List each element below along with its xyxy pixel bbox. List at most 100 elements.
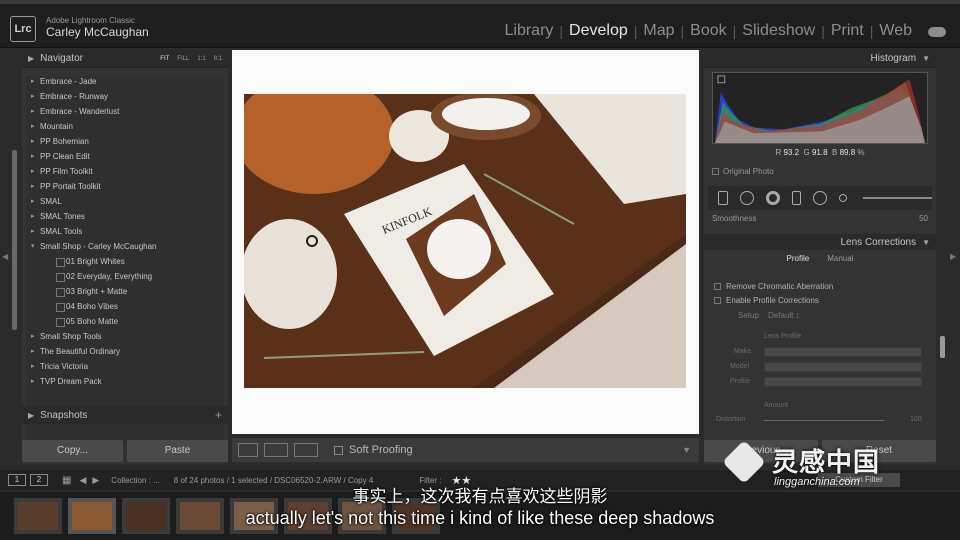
preset-folder[interactable]: SMAL Tones <box>26 209 224 224</box>
preset-item[interactable]: 03 Bright + Matte <box>26 284 224 299</box>
left-panel-scrollbar[interactable] <box>12 150 17 330</box>
spot-removal-icon[interactable] <box>739 191 754 205</box>
copy-button[interactable]: Copy... <box>22 440 123 462</box>
graduated-filter-icon[interactable] <box>791 191 802 205</box>
lens-corrections-title: Lens Corrections <box>840 236 917 248</box>
preset-folder[interactable]: SMAL <box>26 194 224 209</box>
presets-list: Embrace - JadeEmbrace - RunwayEmbrace - … <box>26 76 224 448</box>
before-after-icon[interactable] <box>264 443 288 457</box>
add-snapshot-icon[interactable]: + <box>215 408 222 422</box>
model-label: Model <box>730 363 750 370</box>
preset-folder[interactable]: The Beautiful Ordinary <box>26 344 224 359</box>
module-print[interactable]: Print <box>825 22 870 40</box>
lens-profile-heading: Lens Profile <box>764 333 801 340</box>
zoom-fill[interactable]: FILL <box>177 56 189 62</box>
preset-item[interactable]: 04 Boho Vibes <box>26 299 224 314</box>
make-label: Make <box>734 348 752 355</box>
zoom-fit[interactable]: FIT <box>160 56 169 62</box>
g-label: G <box>803 148 810 157</box>
b-value: 89.8 <box>839 148 856 157</box>
preset-folder[interactable]: SMAL Tools <box>26 224 224 239</box>
cloud-icon[interactable] <box>928 27 946 37</box>
tab-profile[interactable]: Profile <box>787 254 810 263</box>
user-name: Carley McCaughan <box>46 25 149 39</box>
zoom-8-1[interactable]: 8:1 <box>214 56 222 62</box>
zoom-1-1[interactable]: 1:1 <box>197 56 205 62</box>
develop-toolbar: Soft Proofing ▼ <box>232 438 699 462</box>
red-eye-icon[interactable] <box>765 191 780 205</box>
preset-folder[interactable]: PP Film Toolkit <box>26 164 224 179</box>
profile-label: Profile <box>730 378 750 385</box>
histogram-header[interactable]: Histogram ▼ <box>704 50 936 68</box>
preset-folder[interactable]: PP Clean Edit <box>26 149 224 164</box>
block-candle-wax <box>427 219 491 279</box>
snapshots-header[interactable]: ▶ Snapshots + <box>22 406 228 424</box>
preset-item[interactable]: 02 Everyday, Everything <box>26 269 224 284</box>
r-value: 93.2 <box>783 148 800 157</box>
enable-profile-checkbox[interactable] <box>714 297 721 304</box>
loupe-view-icon[interactable] <box>238 443 258 457</box>
preset-folder[interactable]: TVP Dream Pack <box>26 374 224 389</box>
soft-proofing-checkbox[interactable] <box>334 445 343 455</box>
distortion-value[interactable]: 100 <box>910 416 922 423</box>
lens-corrections-header[interactable]: Lens Corrections ▼ <box>704 234 936 250</box>
toolbar-menu-icon[interactable]: ▼ <box>682 445 691 455</box>
preset-folder[interactable]: Embrace - Runway <box>26 89 224 104</box>
lens-tabs: Profile Manual <box>704 254 936 263</box>
brush-icon[interactable] <box>839 194 848 202</box>
right-collapse-arrow-icon[interactable]: ▶ <box>950 252 956 261</box>
before-after-split-icon[interactable] <box>294 443 318 457</box>
model-dropdown[interactable] <box>764 362 922 372</box>
expand-triangle-icon: ▶ <box>28 410 35 420</box>
original-photo-checkbox[interactable] <box>712 168 719 175</box>
paste-button[interactable]: Paste <box>127 440 228 462</box>
preset-folder[interactable]: Mountain <box>26 119 224 134</box>
watermark-url: lingganchina.com <box>774 476 860 488</box>
right-panel-scrollbar[interactable] <box>940 336 945 358</box>
profile-dropdown[interactable] <box>764 377 922 387</box>
original-photo-toggle[interactable]: Original Photo <box>712 167 774 176</box>
module-book[interactable]: Book <box>684 22 732 40</box>
distortion-slider[interactable] <box>764 420 884 421</box>
crop-icon[interactable] <box>718 191 728 205</box>
remove-ca-row[interactable]: Remove Chromatic Aberration <box>714 282 833 291</box>
preset-item[interactable]: 05 Boho Matte <box>26 314 224 329</box>
preset-folder[interactable]: Embrace - Wanderlust <box>26 104 224 119</box>
tab-manual[interactable]: Manual <box>827 254 853 263</box>
enable-profile-row[interactable]: Enable Profile Corrections <box>714 296 819 305</box>
preset-item[interactable]: 01 Bright Whites <box>26 254 224 269</box>
preset-folder[interactable]: Small Shop - Carley McCaughan <box>26 239 224 254</box>
preset-folder[interactable]: Small Shop Tools <box>26 329 224 344</box>
module-develop[interactable]: Develop <box>563 22 634 40</box>
module-picker: Library | Develop | Map | Book | Slideshow | … <box>499 22 919 40</box>
left-panel: ▶ Navigator FIT FILL 1:1 8:1 Embrace - J… <box>22 50 228 464</box>
candle-wax <box>442 98 530 130</box>
rgb-readout: R 93.2 G 91.8 B 89.8 % <box>704 148 936 157</box>
left-collapse-arrow-icon[interactable]: ◀ <box>2 252 8 261</box>
navigator-header[interactable]: ▶ Navigator FIT FILL 1:1 8:1 <box>22 50 228 68</box>
make-dropdown[interactable] <box>764 347 922 357</box>
shadow-clipping-icon[interactable] <box>717 75 726 84</box>
preset-folder[interactable]: PP Bohemian <box>26 134 224 149</box>
identity-bar: Lrc Adobe Lightroom Classic Carley McCau… <box>0 0 960 48</box>
preset-folder[interactable]: Embrace - Jade <box>26 76 224 89</box>
right-panel: Histogram ▼ R 93.2 G 91.8 B 89.8 % Origi… <box>704 50 936 464</box>
snapshots-title: Snapshots <box>40 409 88 421</box>
radial-filter-icon[interactable] <box>813 191 828 205</box>
remove-ca-checkbox[interactable] <box>714 283 721 290</box>
histogram-graph[interactable] <box>712 72 928 144</box>
setup-dropdown[interactable]: Default ↕ <box>768 311 800 320</box>
preset-folder[interactable]: PP Portait Toolkit <box>26 179 224 194</box>
module-library[interactable]: Library <box>499 22 560 40</box>
module-map[interactable]: Map <box>637 22 680 40</box>
g-value: 91.8 <box>811 148 828 157</box>
tool-slider[interactable] <box>863 197 933 199</box>
distortion-label: Distortion <box>716 416 746 423</box>
preset-folder[interactable]: Tricia Victoria <box>26 359 224 374</box>
lrc-logo: Lrc <box>10 16 36 42</box>
module-slideshow[interactable]: Slideshow <box>736 22 821 40</box>
module-web[interactable]: Web <box>873 22 918 40</box>
site-watermark: 灵感中国 lingganchina.com <box>722 438 938 496</box>
image-stage[interactable]: KINFOLK <box>232 50 699 434</box>
smoothness-value[interactable]: 50 <box>919 214 928 223</box>
